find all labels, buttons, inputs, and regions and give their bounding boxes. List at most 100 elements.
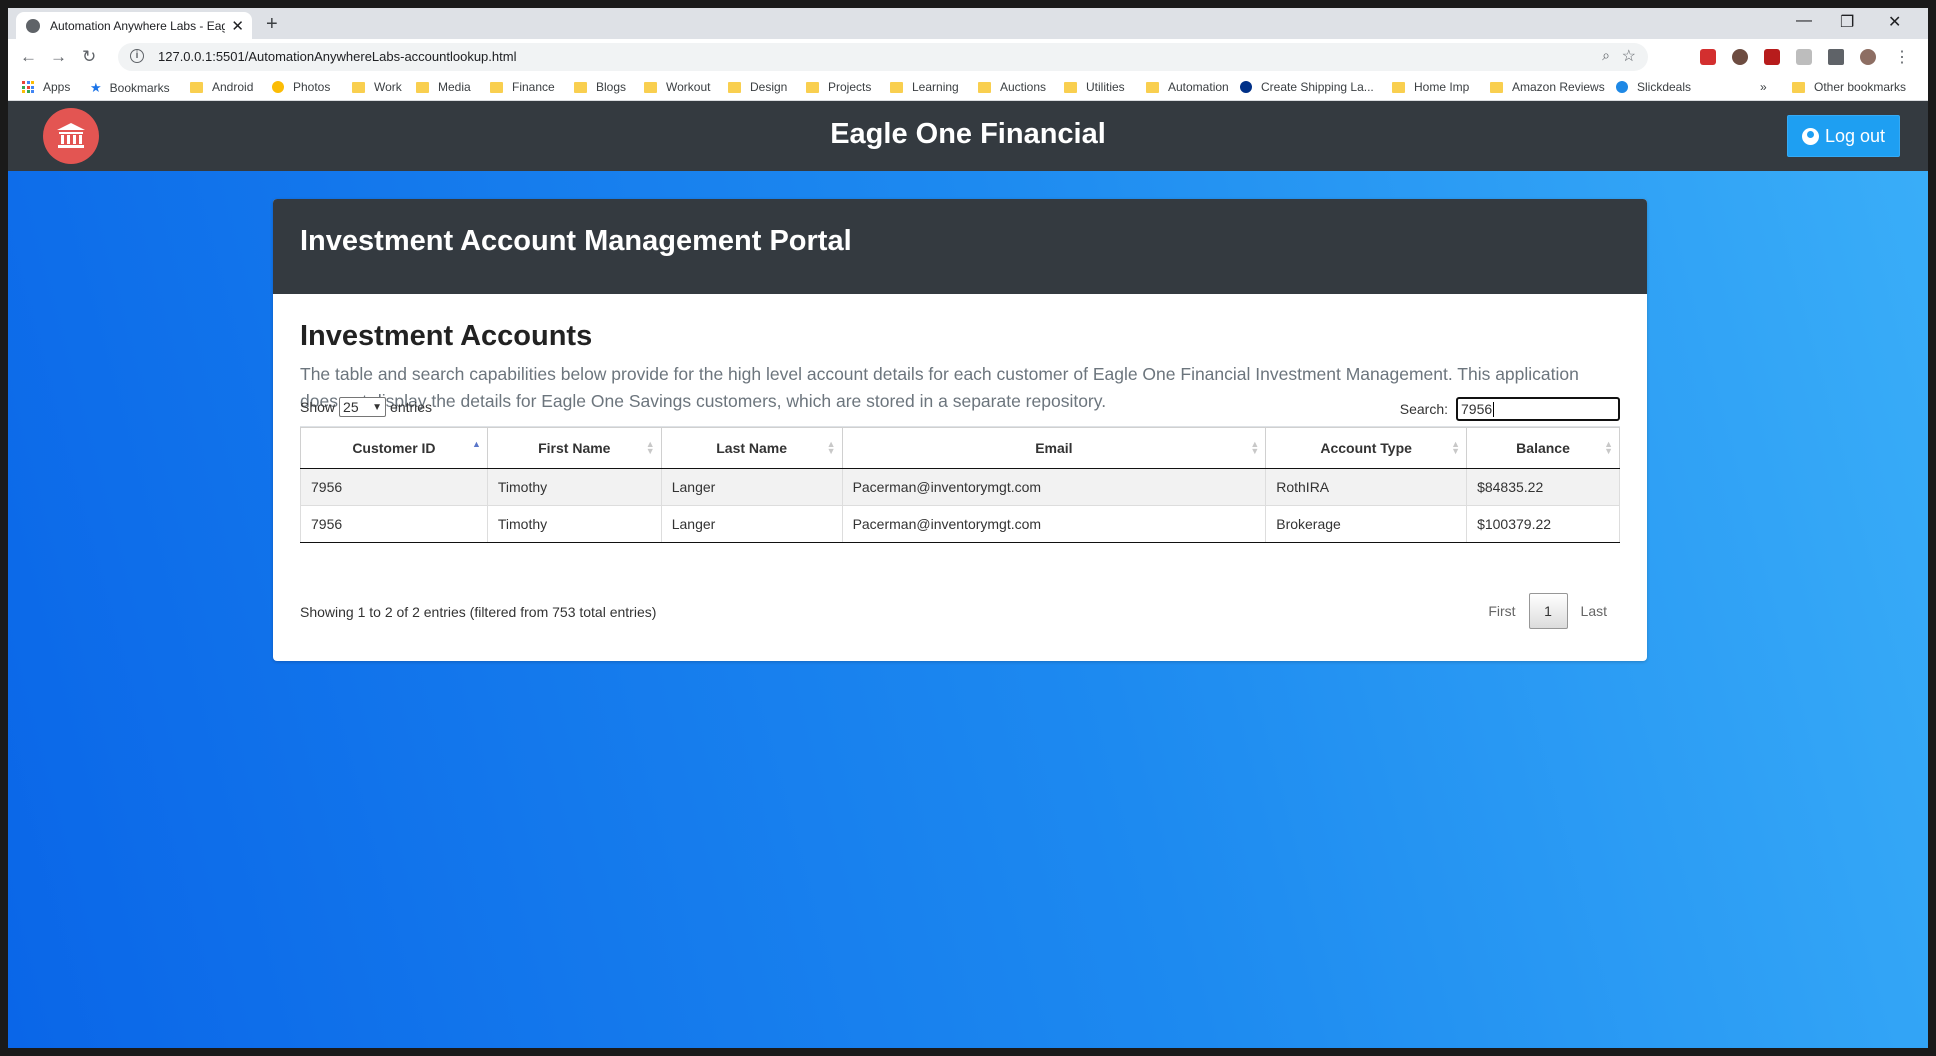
browser-tab[interactable]: Automation Anywhere Labs - Eagle One Fin… xyxy=(16,12,252,39)
user-circle-icon xyxy=(1801,127,1819,145)
bookmark-photos[interactable]: Photos xyxy=(272,80,330,94)
sort-icon: ▲ ▼ xyxy=(826,439,836,456)
bookmarks-overflow-icon[interactable]: » xyxy=(1760,80,1767,94)
folder-icon xyxy=(416,81,429,93)
browser-menu-icon[interactable]: ⋮ xyxy=(1894,47,1910,67)
folder-icon xyxy=(728,81,741,93)
extension-gray-icon[interactable] xyxy=(1796,49,1812,65)
bookmark-projects[interactable]: Projects xyxy=(806,80,871,94)
minimize-icon[interactable]: — xyxy=(1796,12,1812,30)
logout-label: Log out xyxy=(1824,125,1885,146)
table-row[interactable]: 7956 Timothy Langer Pacerman@inventorymg… xyxy=(300,505,1620,543)
app-navbar: Eagle One Financial Log out xyxy=(8,101,1928,171)
entries-select-value: 25 xyxy=(343,399,359,415)
sort-icon: ▲ ▼ xyxy=(645,439,655,456)
folder-icon xyxy=(644,81,657,93)
entries-select[interactable]: 25 ▼ xyxy=(339,397,387,417)
bookmark-star-icon[interactable]: ☆ xyxy=(1622,46,1636,66)
table-info: Showing 1 to 2 of 2 entries (filtered fr… xyxy=(300,604,657,620)
cell-first-name: Timothy xyxy=(486,505,662,543)
bookmark-media[interactable]: Media xyxy=(416,80,471,94)
extension-avatar-icon[interactable] xyxy=(1732,49,1748,65)
column-header-first-name[interactable]: First Name ▲ ▼ xyxy=(486,427,662,469)
forward-arrow-icon[interactable]: → xyxy=(50,47,67,67)
new-tab-icon[interactable]: + xyxy=(266,13,278,36)
slickdeals-icon xyxy=(1616,81,1628,93)
first-page-button[interactable]: First xyxy=(1475,593,1528,629)
text-caret xyxy=(1493,401,1495,417)
bookmark-design[interactable]: Design xyxy=(728,80,787,94)
bookmark-bookmarks[interactable]: ★ Bookmarks xyxy=(90,80,170,96)
bookmark-slickdeals[interactable]: Slickdeals xyxy=(1616,80,1691,94)
zoom-icon[interactable]: ⌕ xyxy=(1602,47,1610,64)
browser-window: Automation Anywhere Labs - Eagle One Fin… xyxy=(8,8,1928,1048)
show-label: Show xyxy=(300,399,336,415)
bookmark-android[interactable]: Android xyxy=(190,80,253,94)
entries-length-control: Show 25 ▼ entries xyxy=(300,397,432,417)
pagination: First 1 Last xyxy=(1475,593,1620,629)
bookmark-finance[interactable]: Finance xyxy=(490,80,555,94)
sort-icon: ▲ ▼ xyxy=(1451,439,1461,456)
close-tab-icon[interactable]: ✕ xyxy=(231,17,244,35)
address-bar[interactable]: i 127.0.0.1:5501/AutomationAnywhereLabs-… xyxy=(118,43,1648,71)
bookmark-work[interactable]: Work xyxy=(352,80,402,94)
cell-balance: $84835.22 xyxy=(1466,468,1620,506)
accounts-table: Customer ID ▲ First Name ▲ ▼ Last Name ▲ ▼ Em… xyxy=(300,427,1620,543)
tab-strip: Automation Anywhere Labs - Eagle One Fin… xyxy=(8,8,1928,39)
bookmark-amazon-reviews[interactable]: Amazon Reviews xyxy=(1490,80,1605,94)
cell-email: Pacerman@inventorymgt.com xyxy=(841,505,1267,543)
profile-avatar-icon[interactable] xyxy=(1860,49,1876,65)
cell-account-type: Brokerage xyxy=(1265,505,1468,543)
extension-lastpass-icon[interactable] xyxy=(1700,49,1716,65)
folder-icon xyxy=(490,81,503,93)
column-header-email[interactable]: Email ▲ ▼ xyxy=(841,427,1267,469)
cell-customer-id: 7956 xyxy=(300,468,488,506)
bookmark-auctions[interactable]: Auctions xyxy=(978,80,1046,94)
globe-icon xyxy=(26,18,40,33)
entries-label: entries xyxy=(390,399,433,415)
cell-account-type: RothIRA xyxy=(1265,468,1468,506)
bookmark-learning[interactable]: Learning xyxy=(890,80,959,94)
tab-title: Automation Anywhere Labs - Eagle One Fin… xyxy=(50,18,226,33)
search-label: Search: xyxy=(1399,401,1448,417)
table-row[interactable]: 7956 Timothy Langer Pacerman@inventorymg… xyxy=(300,468,1620,506)
bookmarks-bar: Apps ★ Bookmarks Android Photos Work Medi… xyxy=(8,75,1928,101)
search-input[interactable]: 7956 xyxy=(1456,397,1620,421)
info-icon[interactable]: i xyxy=(130,49,144,63)
folder-icon xyxy=(574,81,587,93)
bookmark-create-shipping[interactable]: Create Shipping La... xyxy=(1240,80,1374,94)
extensions-puzzle-icon[interactable] xyxy=(1828,49,1844,65)
url-text: 127.0.0.1:5501/AutomationAnywhereLabs-ac… xyxy=(158,49,517,64)
folder-icon xyxy=(1792,81,1805,93)
column-header-balance[interactable]: Balance ▲ ▼ xyxy=(1466,427,1620,469)
bookmark-blogs[interactable]: Blogs xyxy=(574,80,626,94)
current-page-button[interactable]: 1 xyxy=(1528,593,1568,629)
sort-icon: ▲ ▼ xyxy=(1604,439,1613,456)
column-header-account-type[interactable]: Account Type ▲ ▼ xyxy=(1265,427,1468,469)
bookmark-other[interactable]: Other bookmarks xyxy=(1792,80,1906,94)
bookmark-automation[interactable]: Automation xyxy=(1146,80,1229,94)
cell-first-name: Timothy xyxy=(486,468,662,506)
restore-icon[interactable]: ❐ xyxy=(1840,12,1854,32)
extension-ublock-icon[interactable] xyxy=(1764,49,1780,65)
cell-balance: $100379.22 xyxy=(1466,505,1620,543)
browser-toolbar: ← → ↻ i 127.0.0.1:5501/AutomationAnywher… xyxy=(8,39,1928,75)
sort-icon: ▲ ▼ xyxy=(1250,439,1260,456)
window-close-icon[interactable]: ✕ xyxy=(1888,12,1901,32)
column-header-last-name[interactable]: Last Name ▲ ▼ xyxy=(660,427,843,469)
column-header-customer-id[interactable]: Customer ID ▲ xyxy=(300,427,488,469)
star-icon: ★ xyxy=(90,80,102,95)
bookmark-utilities[interactable]: Utilities xyxy=(1064,80,1125,94)
bookmark-apps[interactable]: Apps xyxy=(22,80,70,94)
portal-card: Investment Account Management Portal Inv… xyxy=(273,199,1647,661)
bookmark-home-imp[interactable]: Home Imp xyxy=(1392,80,1469,94)
table-header-row: Customer ID ▲ First Name ▲ ▼ Last Name ▲ ▼ Em… xyxy=(300,427,1620,469)
back-arrow-icon[interactable]: ← xyxy=(20,47,37,67)
logout-button[interactable]: Log out xyxy=(1786,115,1900,157)
brand-title: Eagle One Financial xyxy=(830,118,1106,150)
cell-last-name: Langer xyxy=(660,468,843,506)
bookmark-workout[interactable]: Workout xyxy=(644,80,710,94)
last-page-button[interactable]: Last xyxy=(1568,593,1620,629)
reload-icon[interactable]: ↻ xyxy=(82,47,96,67)
folder-icon xyxy=(190,81,203,93)
